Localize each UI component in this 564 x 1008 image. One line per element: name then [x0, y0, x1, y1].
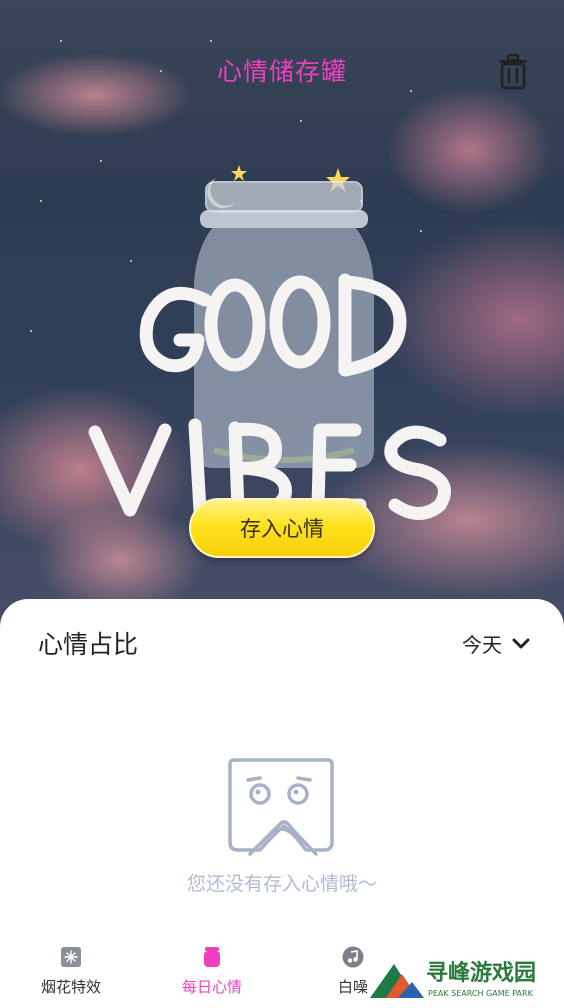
watermark-brand-en: PEAK SEARCH GAME PARK [428, 989, 534, 998]
empty-state-text: 您还没有存入心情哦～ [186, 873, 377, 895]
hero-background: 心情储存罐 存入心情 [0, 0, 564, 640]
tab-label-fireworks: 烟花特效 [40, 978, 101, 996]
mood-jar-icon [204, 947, 220, 967]
period-label: 今天 [462, 633, 502, 657]
chevron-down-icon [512, 638, 530, 648]
watermark-brand: 寻峰游戏园 [426, 960, 536, 986]
music-icon [342, 946, 364, 968]
store-mood-button[interactable]: 存入心情 [189, 498, 375, 558]
mountain-logo-icon: 寻峰游戏园 PEAK SEARCH GAME PARK [370, 960, 536, 998]
trash-icon[interactable] [497, 54, 529, 90]
watermark-logo: 寻峰游戏园 PEAK SEARCH GAME PARK [368, 954, 564, 1004]
period-selector[interactable]: 今天 [462, 629, 530, 658]
section-title: 心情占比 [38, 630, 139, 659]
tab-label-daily-mood: 每日心情 [181, 978, 242, 996]
fireworks-icon [61, 947, 81, 967]
empty-state-face-icon [228, 758, 334, 856]
tab-daily-mood[interactable]: 每日心情 [157, 946, 267, 997]
page-title: 心情储存罐 [216, 57, 347, 86]
tab-fireworks[interactable]: 烟花特效 [16, 946, 126, 997]
